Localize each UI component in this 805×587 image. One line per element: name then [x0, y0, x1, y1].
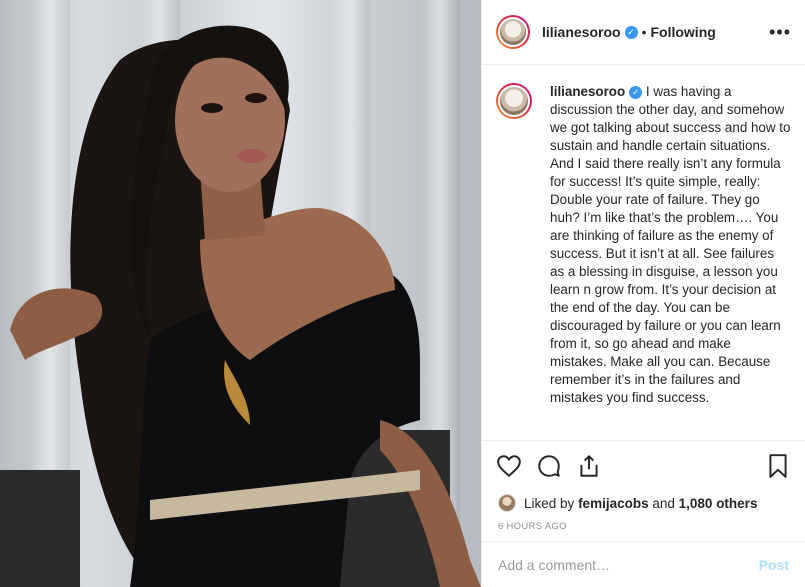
verified-icon: ✓ — [624, 25, 638, 39]
likes-prefix: Liked by — [524, 495, 575, 511]
person-illustration — [0, 25, 481, 587]
post-timestamp[interactable]: 6 HOURS AGO — [482, 515, 805, 537]
bookmark-icon[interactable] — [765, 453, 791, 479]
action-bar — [482, 441, 805, 491]
more-options-icon[interactable]: ••• — [769, 22, 791, 43]
avatar[interactable] — [496, 15, 530, 49]
liker-username[interactable]: femijacobs — [578, 496, 649, 511]
post-photo[interactable] — [0, 0, 481, 587]
verified-icon: ✓ — [629, 86, 643, 99]
heart-icon[interactable] — [496, 453, 522, 479]
caption-username[interactable]: lilianesoroo — [550, 84, 625, 99]
post-header: lilianesoroo ✓ • Following ••• — [482, 0, 805, 65]
separator-dot: • — [641, 24, 647, 40]
comment-bar: Post — [482, 541, 805, 587]
likes-joiner: and — [652, 495, 675, 511]
header-username[interactable]: lilianesoroo — [542, 24, 621, 40]
comment-icon[interactable] — [536, 453, 562, 479]
post-button[interactable]: Post — [759, 557, 789, 573]
share-icon[interactable] — [576, 453, 602, 479]
liker-avatar[interactable] — [498, 494, 516, 512]
following-button[interactable]: Following — [650, 24, 715, 40]
likes-count[interactable]: 1,080 others — [679, 496, 758, 511]
caption-text: I was having a discussion the other day,… — [550, 84, 791, 405]
caption-avatar[interactable] — [496, 83, 532, 119]
caption: lilianesoroo ✓ I was having a discussion … — [550, 83, 791, 440]
caption-section: lilianesoroo ✓ I was having a discussion … — [482, 65, 805, 441]
comment-input[interactable] — [498, 556, 751, 573]
post-sidebar: lilianesoroo ✓ • Following ••• lilianeso… — [481, 0, 805, 587]
likes-summary: Liked by femijacobs and 1,080 others — [482, 491, 805, 515]
